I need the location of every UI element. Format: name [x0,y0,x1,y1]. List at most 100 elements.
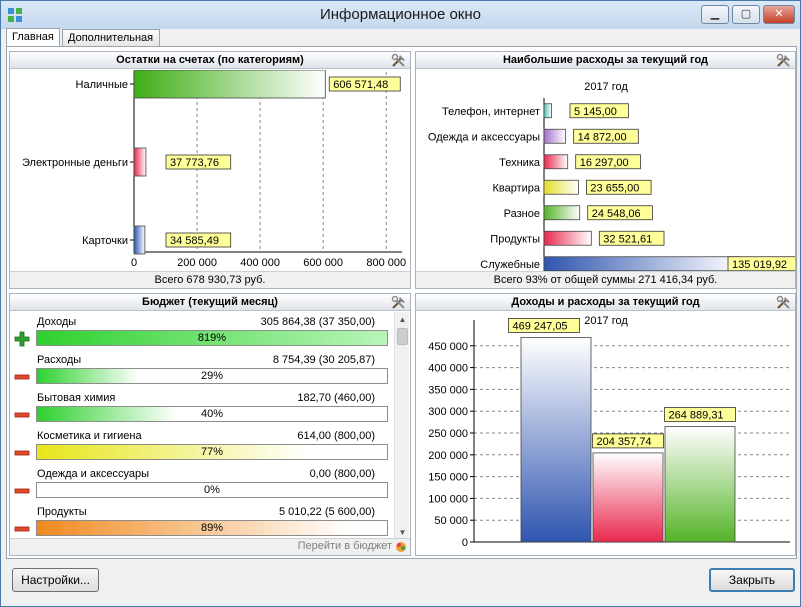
bar-value-label: 606 571,48 [333,79,388,91]
budget-percent-label: 29% [200,370,224,382]
chart-subtitle: 2017 год [584,315,628,327]
category-label: Наличные [76,79,128,91]
plus-icon [14,331,30,347]
chart-subtitle: 2017 год [584,81,628,93]
bar-value-label: 204 357,74 [597,436,652,448]
tools-icon[interactable] [776,295,792,310]
bar [133,225,146,255]
category-label: Карточки [82,235,128,247]
bar [133,147,147,177]
close-button[interactable]: Закрыть [709,568,795,592]
x-tick-label: 200 000 [177,257,217,269]
x-tick-label: 400 000 [240,257,280,269]
bar-value-label: 14 872,00 [578,131,627,143]
category-label: Электронные деньги [22,157,128,169]
bar-value-label: 37 773,76 [170,157,219,169]
budget-item-name: Бытовая химия [37,392,116,404]
bar [664,426,736,543]
bar-value-label: 24 548,06 [592,208,641,220]
budget-row[interactable]: Расходы 8 754,39 (30 205,87) 29% [11,350,388,388]
minus-icon [14,450,30,456]
tools-icon[interactable] [391,53,407,68]
y-tick-label: 450 000 [428,341,468,353]
budget-percent-label: 40% [200,408,224,420]
budget-panel: Бюджет (текущий месяц) Доходы 305 864,38 … [9,293,411,556]
budget-row[interactable]: Бытовая химия 182,70 (460,00) 40% [11,388,388,426]
bar [543,103,552,119]
scroll-thumb[interactable] [397,328,408,345]
accounts-panel-title: Остатки на счетах (по категориям) [10,52,410,69]
bar-value-label: 34 585,49 [170,235,219,247]
budget-percent-label: 89% [200,522,224,534]
bar [543,179,579,195]
budget-progress-bar: 40% [36,406,388,422]
budget-item-amount: 5 010,22 (5 600,00) [278,506,375,518]
budget-scrollbar[interactable]: ▲ ▼ [394,312,409,540]
accounts-chart: 0 200 000 400 000 600 000 800 000 Наличные 606… [22,70,406,269]
category-label: Одежда и аксессуары [428,131,540,143]
budget-row[interactable]: Продукты 5 010,22 (5 600,00) 89% [11,502,388,540]
budget-link-icon[interactable] [395,541,407,553]
budget-row[interactable]: Одежда и аксессуары 0,00 (800,00) 0% [11,464,388,502]
income-expense-panel: Доходы и расходы за текущий год 0 50 000 1… [415,293,796,556]
budget-item-amount: 182,70 (460,00) [297,392,375,404]
income-expense-panel-title: Доходы и расходы за текущий год [416,294,795,311]
minus-icon [14,488,30,494]
bar [520,337,592,543]
bar-value-label: 5 145,00 [574,106,617,118]
budget-row[interactable]: Доходы 305 864,38 (37 350,00) 819% [11,312,388,350]
y-tick-label: 0 [462,537,468,549]
category-label: Телефон, интернет [442,106,540,118]
expenses-chart: 2017 год Телефон, интернет 5 145,00 Одежда … [428,81,795,272]
minus-icon [14,374,30,380]
budget-item-name: Косметика и гигиена [37,430,142,442]
tab-additional[interactable]: Дополнительная [62,29,160,47]
bar-value-label: 135 019,92 [732,259,787,271]
income-expense-chart: 0 50 000 100 000 150 000 200 000 250 000 300 0… [428,315,790,549]
category-label: Квартира [492,182,540,194]
bar-value-label: 16 297,00 [580,157,629,169]
budget-progress-bar: 29% [36,368,388,384]
bar [133,70,326,99]
expenses-panel: Наибольшие расходы за текущий год 2017 г… [415,51,796,289]
bar [543,230,592,246]
budget-footer: Перейти в бюджет [10,538,410,555]
bar [543,256,741,272]
expenses-total: Всего 93% от общей суммы 271 416,34 руб. [416,271,795,288]
bar-value-label: 32 521,61 [603,233,652,245]
y-tick-label: 200 000 [428,450,468,462]
budget-row[interactable]: Косметика и гигиена 614,00 (800,00) 77% [11,426,388,464]
expenses-panel-title: Наибольшие расходы за текущий год [416,52,795,69]
budget-percent-label: 819% [197,332,227,344]
bar [543,128,567,144]
bar-value-label: 23 655,00 [590,182,639,194]
budget-item-name: Продукты [37,506,87,518]
go-to-budget-link[interactable]: Перейти в бюджет [298,538,392,554]
tools-icon[interactable] [391,295,407,310]
budget-progress-bar: 89% [36,520,388,536]
maximize-button[interactable]: ▢ [732,5,760,24]
category-label: Разное [504,208,540,220]
budget-list: Доходы 305 864,38 (37 350,00) 819% Расходы 8… [11,312,394,540]
bar [543,205,581,221]
scroll-up-arrow-icon[interactable]: ▲ [396,313,409,326]
accounts-total: Всего 678 930,73 руб. [10,271,410,288]
close-window-button[interactable]: ✕ [763,5,795,24]
budget-percent-label: 0% [204,484,220,496]
bar-value-label: 264 889,31 [669,410,724,422]
minimize-button[interactable]: ▁ [701,5,729,24]
category-label: Продукты [490,233,540,245]
tab-page-main: Остатки на счетах (по категориям) 0 200 0… [6,46,797,559]
budget-progress-bar: 0% [36,482,388,498]
bar [592,452,664,543]
y-tick-label: 150 000 [428,472,468,484]
budget-item-name: Расходы [37,354,82,366]
tab-main[interactable]: Главная [6,28,60,48]
title-bar[interactable]: Информационное окно ▁ ▢ ✕ [1,1,800,29]
y-tick-label: 400 000 [428,363,468,375]
tools-icon[interactable] [776,53,792,68]
settings-button[interactable]: Настройки... [12,568,99,592]
category-label: Служебные [480,259,540,271]
y-tick-label: 250 000 [428,428,468,440]
window-title: Информационное окно [319,6,481,23]
